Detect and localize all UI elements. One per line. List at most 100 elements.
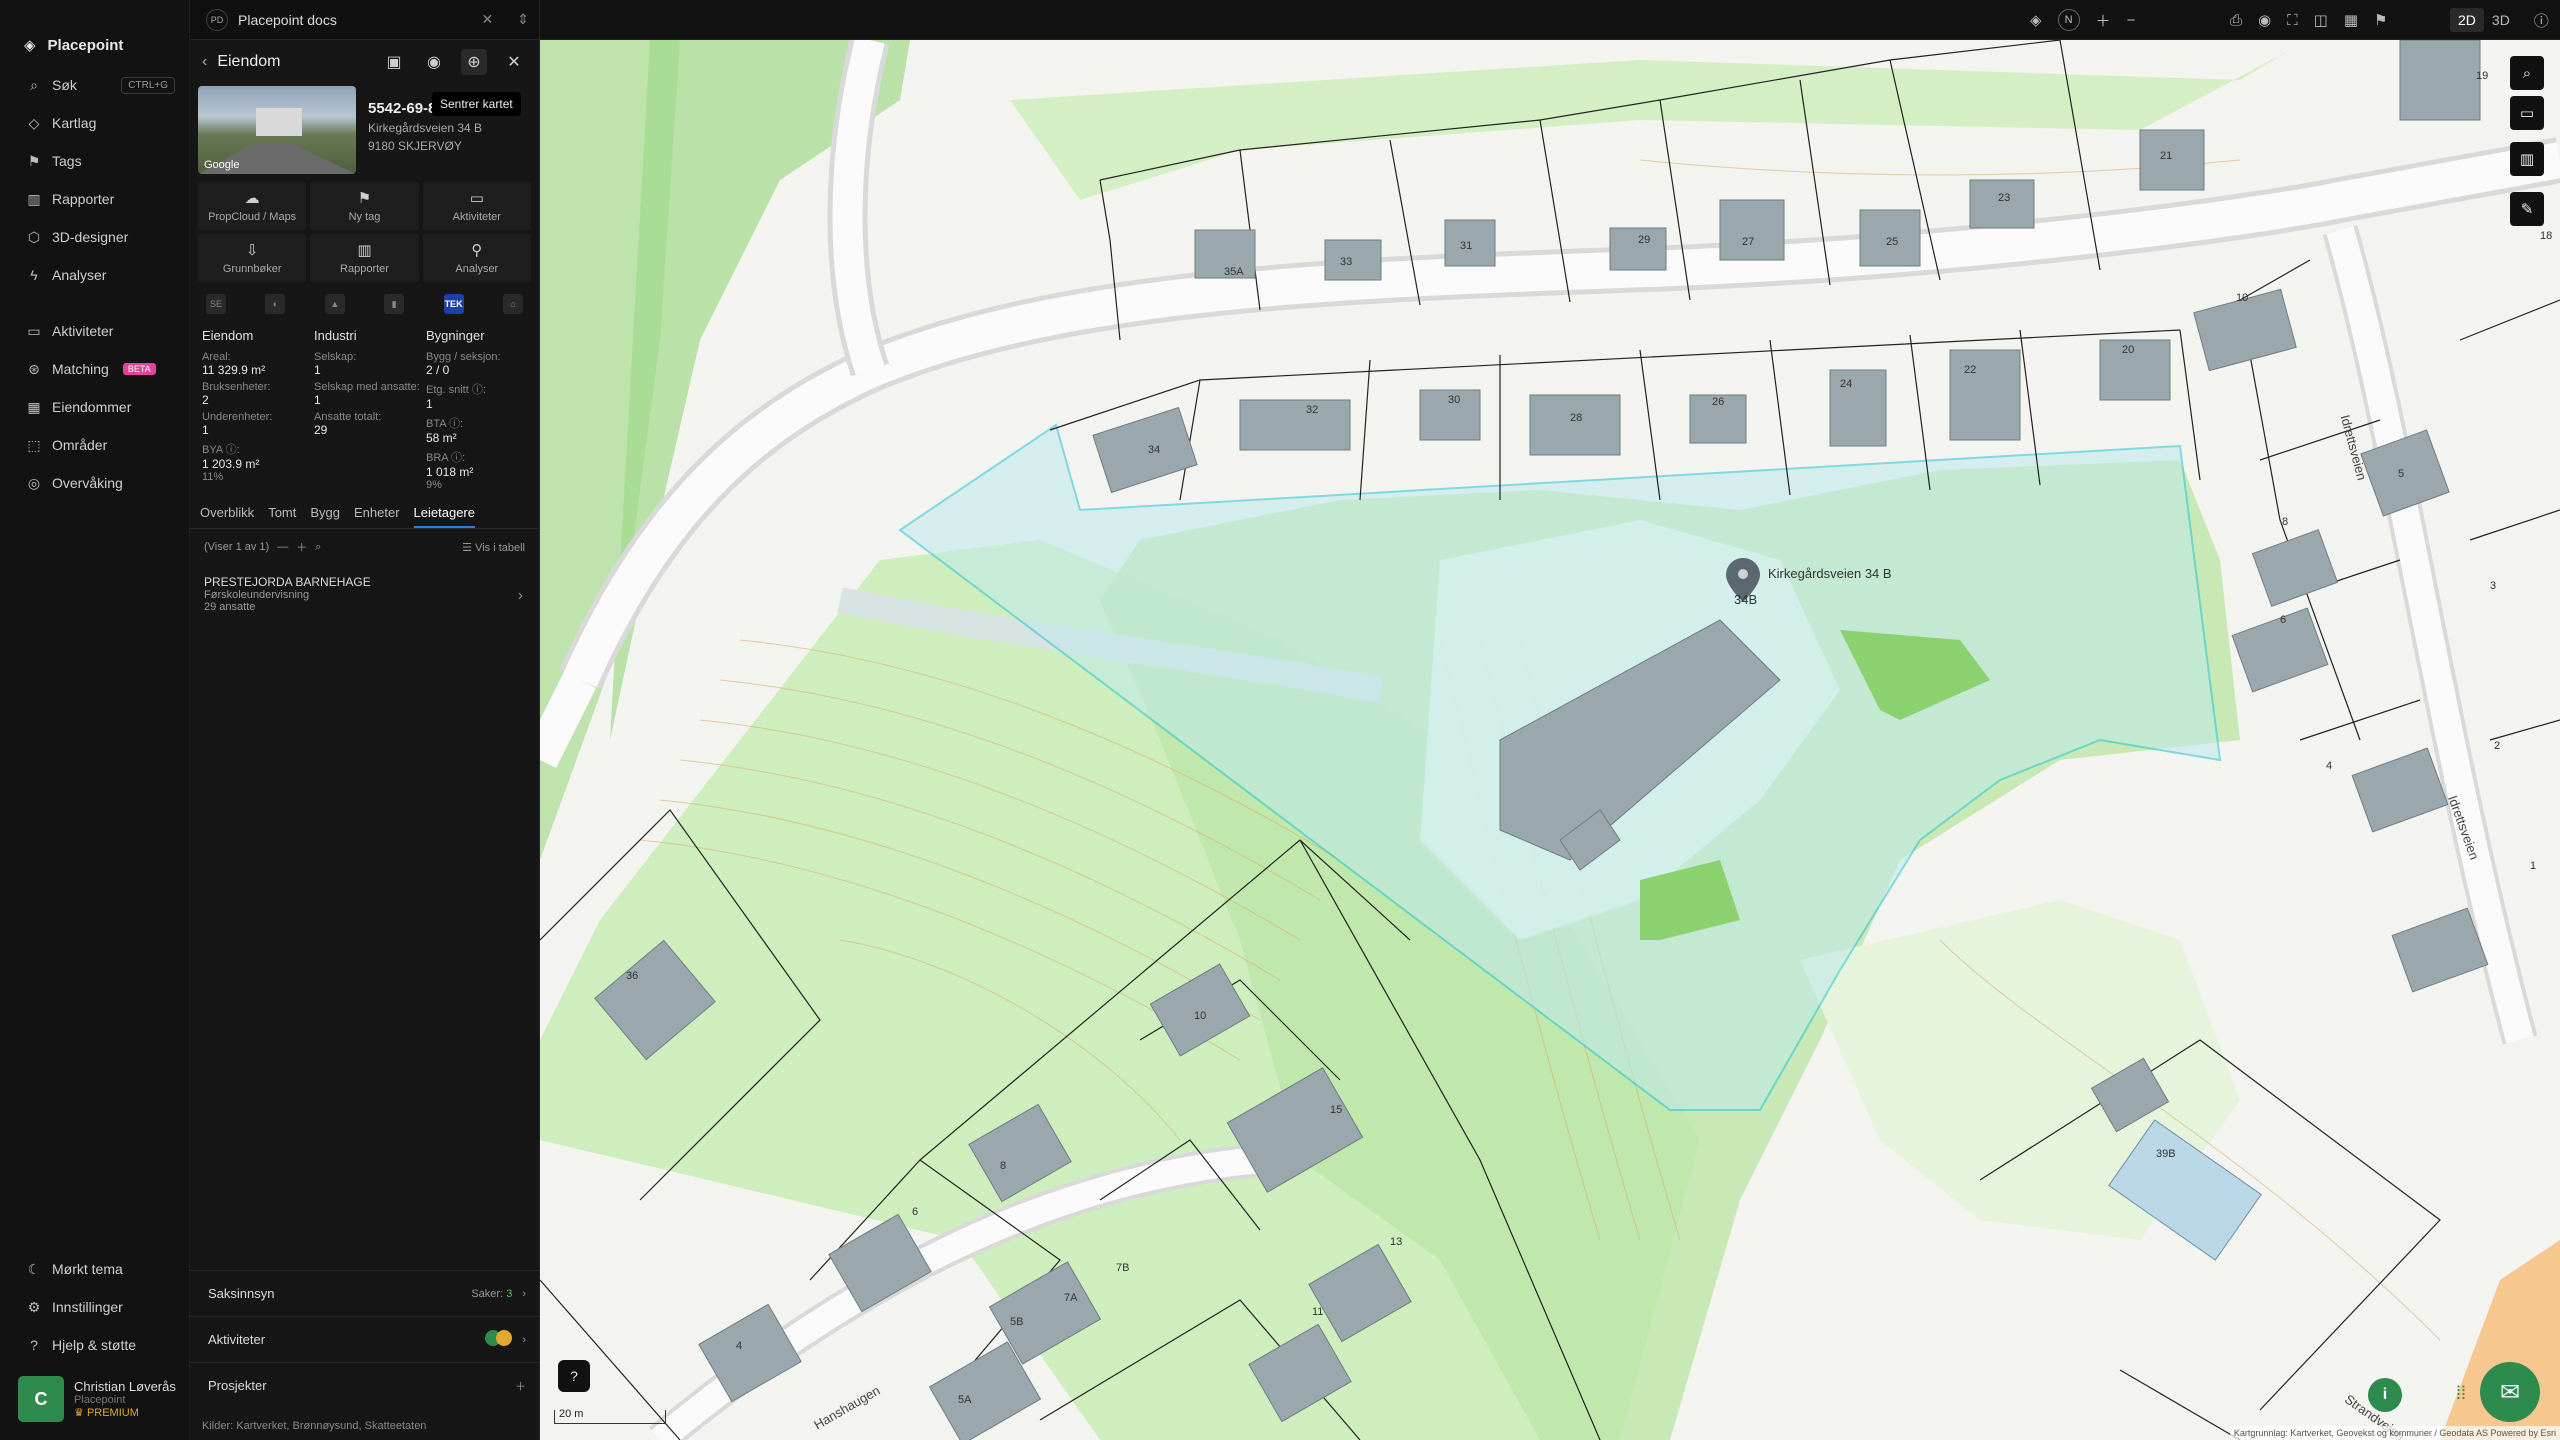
- list-item[interactable]: PRESTEJORDA BARNEHAGE Førskoleundervisni…: [190, 565, 539, 623]
- grip-icon[interactable]: ⁞⁞: [2456, 1383, 2466, 1404]
- tab-overblikk[interactable]: Overblikk: [200, 505, 254, 528]
- nav-item-settings[interactable]: ⚙ Innstillinger: [0, 1288, 190, 1326]
- chart-icon: ▥: [357, 242, 372, 259]
- user-profile[interactable]: C Christian Løverås Placepoint ♛ PREMIUM: [18, 1376, 190, 1422]
- nav-item-analyser[interactable]: ϟ Analyser: [0, 256, 189, 294]
- eye-icon[interactable]: ◉: [421, 49, 447, 75]
- help-icon[interactable]: ?: [558, 1360, 590, 1392]
- camera-icon[interactable]: ◫: [2314, 11, 2328, 29]
- chart-icon[interactable]: ▥: [2510, 142, 2544, 176]
- house-number: 34: [1148, 444, 1161, 456]
- data-sources: Kilder: Kartverket, Brønnøysund, Skattee…: [202, 1420, 426, 1432]
- tooltip: Sentrer kartet: [432, 92, 521, 116]
- property-stats: Eiendom Areal: 11 329.9 m² Bruksenheter:…: [190, 320, 539, 491]
- nav-item-sok[interactable]: ⌕ Søk CTRL+G: [0, 66, 189, 104]
- source-item[interactable]: Brønnøysund,: [293, 1420, 362, 1432]
- tab-leietagere[interactable]: Leietagere: [413, 505, 475, 528]
- house-number: 30: [1448, 394, 1461, 406]
- expand-icon[interactable]: ⇕: [517, 11, 529, 28]
- layers-icon: ◇: [28, 114, 40, 131]
- tile-label: Ny tag: [348, 211, 381, 223]
- tile-ny-tag[interactable]: ⚑ Ny tag: [310, 182, 419, 230]
- info-icon[interactable]: ⓘ: [2534, 10, 2549, 31]
- nav-item-rapporter[interactable]: ▥ Rapporter: [0, 180, 189, 218]
- stat-label: Selskap:: [314, 351, 357, 363]
- tag-icon: ⚑: [357, 190, 372, 207]
- plus-icon[interactable]: ＋: [515, 1378, 526, 1394]
- tile-grunnboker[interactable]: ⇩ Grunnbøker: [198, 234, 307, 282]
- zoom-out-icon[interactable]: −: [2127, 12, 2136, 29]
- back-icon[interactable]: ‹: [202, 53, 207, 71]
- plus-icon[interactable]: ＋: [296, 539, 307, 555]
- nav-item-omrader[interactable]: ⬚ Områder: [0, 426, 189, 464]
- print-icon[interactable]: ⎙: [2230, 12, 2242, 29]
- view-2d-button[interactable]: 2D: [2450, 8, 2484, 32]
- accordion-saksinnsyn[interactable]: Saksinnsyn Saker: 3 ›: [190, 1270, 539, 1316]
- nav-item-tags[interactable]: ⚑ Tags: [0, 142, 189, 180]
- nav-label: Overvåking: [52, 475, 123, 491]
- search-icon[interactable]: ⌕: [315, 541, 321, 554]
- ruler-icon[interactable]: ▭: [2510, 96, 2544, 130]
- stat-percent: 11%: [202, 471, 224, 483]
- minus-icon[interactable]: —: [277, 541, 288, 553]
- pin-label: 34B: [1734, 592, 1758, 607]
- stat-value: 2 / 0: [426, 363, 450, 377]
- nav-item-overvaking[interactable]: ◎ Overvåking: [0, 464, 189, 502]
- doc-initials: PD: [206, 8, 228, 31]
- document-tab[interactable]: PD Placepoint docs ✕ ⇕: [190, 0, 539, 40]
- source-globe-icon[interactable]: ◐: [265, 294, 286, 314]
- source-item[interactable]: Skatteetaten: [365, 1420, 427, 1432]
- data-source-icons: SE ◐ ▲ ▮ TEK ⌂: [190, 282, 539, 320]
- user-name: Christian Løverås: [74, 1379, 176, 1394]
- map-canvas[interactable]: 34B Kirkegårdsveien 34 B Idrettsveien Id…: [540, 40, 2560, 1440]
- tile-rapporter[interactable]: ▥ Rapporter: [310, 234, 419, 282]
- google-label: Google: [204, 159, 240, 171]
- area-icon: ⬚: [27, 436, 41, 453]
- accordion-prosjekter[interactable]: Prosjekter ＋: [190, 1362, 539, 1408]
- stats-heading: Eiendom: [202, 328, 254, 343]
- chart-icon: ▥: [27, 190, 41, 207]
- tile-propcloud[interactable]: ☁ PropCloud / Maps: [198, 182, 307, 230]
- nav-item-help[interactable]: ? Hjelp & støtte: [0, 1326, 190, 1364]
- tile-analyser[interactable]: ⚲ Analyser: [422, 234, 531, 282]
- chat-support-icon[interactable]: ✉: [2480, 1362, 2540, 1422]
- tile-aktiviteter[interactable]: ▭ Aktiviteter: [422, 182, 531, 230]
- zoom-in-icon[interactable]: ＋: [2096, 10, 2111, 31]
- view-3d-button[interactable]: 3D: [2484, 8, 2518, 32]
- street-view-photo[interactable]: Google: [198, 86, 356, 174]
- nav-item-kartlag[interactable]: ◇ Kartlag: [0, 104, 189, 142]
- source-tree-icon[interactable]: ▲: [324, 294, 345, 314]
- eye-icon[interactable]: ◉: [2258, 11, 2271, 29]
- source-bars-icon[interactable]: ▮: [384, 294, 405, 314]
- nav-item-eiendommer[interactable]: ▦ Eiendommer: [0, 388, 189, 426]
- fullscreen-icon[interactable]: ⛶: [2287, 12, 2298, 29]
- nav-item-3d-designer[interactable]: ⬡ 3D-designer: [0, 218, 189, 256]
- center-map-icon[interactable]: ⊕: [461, 49, 487, 75]
- bolt-icon: ϟ: [30, 267, 38, 283]
- layers-stack-icon[interactable]: ◈: [2030, 11, 2042, 29]
- table-view-link[interactable]: ☰ Vis i tabell: [462, 541, 525, 554]
- tab-tomt[interactable]: Tomt: [268, 505, 296, 528]
- tab-bygg[interactable]: Bygg: [310, 505, 340, 528]
- gallery-icon[interactable]: ▣: [381, 49, 407, 75]
- grid-icon[interactable]: ▦: [2344, 11, 2358, 29]
- brand[interactable]: ◈ Placepoint: [0, 0, 189, 66]
- sources-label: Kilder:: [202, 1420, 234, 1432]
- close-icon[interactable]: ✕: [482, 11, 494, 28]
- info-icon[interactable]: i: [2368, 1378, 2402, 1412]
- nav-item-matching[interactable]: ⊛ Matching BETA: [0, 350, 189, 388]
- bookmark-icon[interactable]: ⚑: [2374, 11, 2387, 29]
- table-link-label: Vis i tabell: [475, 541, 525, 554]
- source-item[interactable]: Kartverket,: [236, 1420, 289, 1432]
- draw-tool-icon[interactable]: ✎: [2510, 192, 2544, 226]
- accordion-aktiviteter[interactable]: Aktiviteter ›: [190, 1316, 539, 1362]
- close-panel-icon[interactable]: ✕: [501, 49, 527, 75]
- compass-icon[interactable]: N: [2057, 9, 2080, 31]
- nav-item-aktiviteter[interactable]: ▭ Aktiviteter: [0, 312, 189, 350]
- source-tek-icon[interactable]: TEK: [443, 294, 464, 314]
- source-se-icon[interactable]: SE: [206, 294, 226, 314]
- tab-enheter[interactable]: Enheter: [354, 505, 400, 528]
- source-house-icon[interactable]: ⌂: [502, 294, 523, 314]
- search-map-icon[interactable]: ⌕: [2510, 56, 2544, 90]
- nav-item-dark-theme[interactable]: ☾ Mørkt tema: [0, 1250, 190, 1288]
